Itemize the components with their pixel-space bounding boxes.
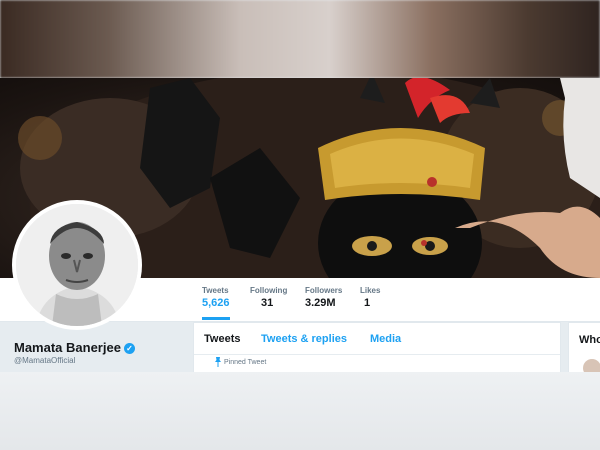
tab-tweets[interactable]: Tweets xyxy=(204,333,240,345)
timeline-card: Tweets Tweets & replies Media Pinned Twe… xyxy=(193,322,561,374)
profile-avatar[interactable] xyxy=(12,200,142,330)
who-to-follow-title: Who xyxy=(579,334,600,346)
timeline-tabs: Tweets Tweets & replies Media xyxy=(194,323,560,355)
tab-media[interactable]: Media xyxy=(370,333,401,345)
stat-label: Following xyxy=(250,286,288,295)
stat-value: 31 xyxy=(261,297,274,309)
blurred-bottom-region xyxy=(0,372,600,450)
stat-likes[interactable]: Likes 1 xyxy=(360,286,380,309)
verified-badge-icon: ✓ xyxy=(123,343,135,354)
stat-label: Likes xyxy=(360,286,381,295)
stat-following[interactable]: Following 31 xyxy=(250,286,287,309)
stat-label: Followers xyxy=(305,286,343,295)
stat-value: 3.29M xyxy=(305,297,336,309)
stat-followers[interactable]: Followers 3.29M xyxy=(305,286,342,309)
pinned-tweet-label: Pinned Tweet xyxy=(224,359,267,366)
stat-tweets[interactable]: Tweets 5,626 xyxy=(202,286,230,320)
pin-icon xyxy=(215,357,221,367)
profile-name[interactable]: Mamata Banerjee ✓ xyxy=(14,340,135,355)
stat-value: 1 xyxy=(364,297,371,309)
avatar-image xyxy=(16,204,138,326)
stat-value: 5,626 xyxy=(202,297,230,309)
who-to-follow-card: Who xyxy=(568,322,600,377)
profile-name-text: Mamata Banerjee xyxy=(14,340,121,355)
stat-label: Tweets xyxy=(202,286,229,295)
profile-handle[interactable]: @MamataOfficial xyxy=(14,356,75,365)
blurred-top-region xyxy=(0,0,600,78)
tab-tweets-replies[interactable]: Tweets & replies xyxy=(261,333,347,345)
